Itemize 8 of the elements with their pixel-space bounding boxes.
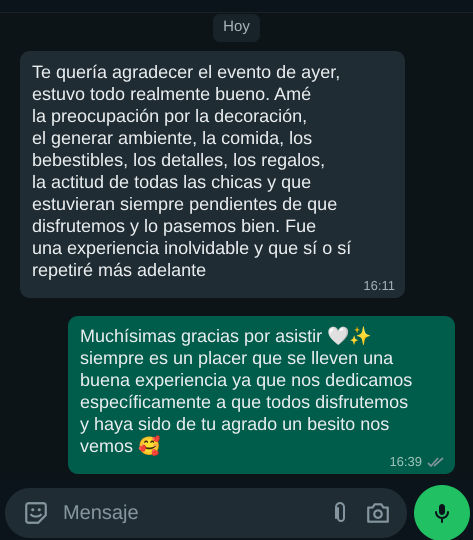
message-text: Te quería agradecer el evento de ayer, estuvo todo realmente bueno. Amé la preocupación por la decoración, el generar ambiente, la comida, los bebestibles, los detalles, los regalos, la actitud de todas las chicas y que estuvieran siempre pendientes de que disfrutemos y lo pasemos bien. Fue una experiencia inolvidable y que sí o sí repetiré más adelante	[32, 61, 352, 281]
sticker-icon[interactable]	[23, 500, 49, 526]
message-time: 16:39	[389, 454, 422, 469]
date-chip: Hoy	[213, 14, 260, 42]
message-input[interactable]: Mensaje	[61, 500, 317, 526]
message-field[interactable]: Mensaje	[5, 488, 407, 538]
message-text: Muchísimas gracias por asistir 🤍✨ siempre es un placer que se lleven una buena experiencia ya que nos dedicamos específicamente a que todos disfrutemos y haya sido de tu agrado un besito nos vemos 🥰	[80, 325, 414, 456]
message-time: 16:11	[363, 278, 395, 293]
